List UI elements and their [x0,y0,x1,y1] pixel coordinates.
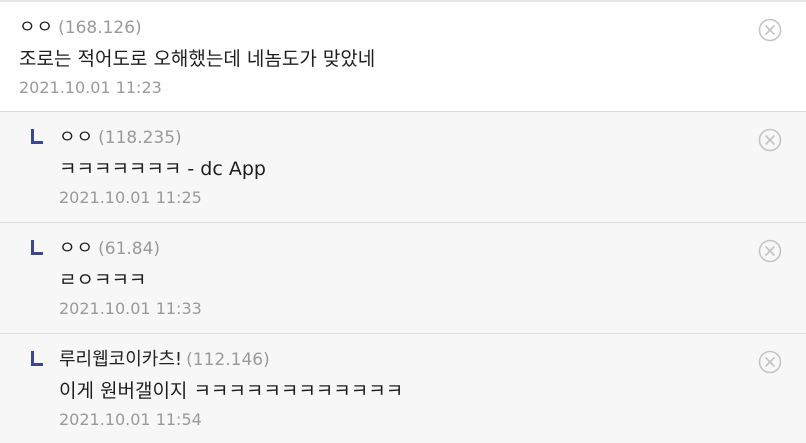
comment-text: ㄹㅇㅋㅋㅋ [59,269,147,291]
comment-nickname[interactable]: ㅇㅇ [19,17,54,38]
delete-comment-button[interactable] [758,239,782,263]
delete-comment-button[interactable] [758,350,782,374]
comment-nickname[interactable]: ㅇㅇ [59,238,94,259]
comment-ip: (112.146) [186,350,270,370]
comment-date: 2021.10.01 11:25 [59,188,202,207]
reply-arrow-icon [31,240,43,255]
comment-date: 2021.10.01 11:23 [19,78,162,97]
comment-ip: (168.126) [58,18,142,38]
comment-date: 2021.10.01 11:33 [59,299,202,318]
comment-meta: ㅇㅇ (61.84) [59,236,806,262]
comment-nickname[interactable]: ㅇㅇ [59,127,94,148]
reply-arrow-icon [31,129,43,144]
close-circle-icon [758,128,782,152]
comment-ip: (61.84) [98,239,161,259]
close-circle-icon [758,350,782,374]
delete-comment-button[interactable] [758,18,782,42]
reply-item: 루리웹코이카츠! (112.146) 이게 원버갤이지 ㅋㅋㅋㅋㅋㅋㅋㅋㅋㅋㅋㅋ … [0,334,806,443]
comment-ip: (118.235) [98,128,182,148]
close-circle-icon [758,239,782,263]
comment-date: 2021.10.01 11:54 [59,410,202,429]
reply-arrow-icon [31,351,43,366]
comment-meta: ㅇㅇ (168.126) [19,15,806,41]
reply-item: ㅇㅇ (118.235) ㅋㅋㅋㅋㅋㅋㅋ - dc App 2021.10.01 … [0,112,806,223]
delete-comment-button[interactable] [758,128,782,152]
comment-text: ㅋㅋㅋㅋㅋㅋㅋ - dc App [59,158,266,180]
comment-meta: ㅇㅇ (118.235) [59,125,806,151]
comment-text: 이게 원버갤이지 ㅋㅋㅋㅋㅋㅋㅋㅋㅋㅋㅋㅋ [59,380,404,402]
reply-item: ㅇㅇ (61.84) ㄹㅇㅋㅋㅋ 2021.10.01 11:33 [0,223,806,334]
close-circle-icon [758,18,782,42]
comment-text: 조로는 적어도로 오해했는데 네놈도가 맞았네 [19,48,376,70]
comment-list: ㅇㅇ (168.126) 조로는 적어도로 오해했는데 네놈도가 맞았네 2021… [0,0,806,443]
comment-meta: 루리웹코이카츠! (112.146) [59,347,806,373]
comment-item: ㅇㅇ (168.126) 조로는 적어도로 오해했는데 네놈도가 맞았네 2021… [0,2,806,112]
comment-nickname[interactable]: 루리웹코이카츠! [59,349,182,370]
